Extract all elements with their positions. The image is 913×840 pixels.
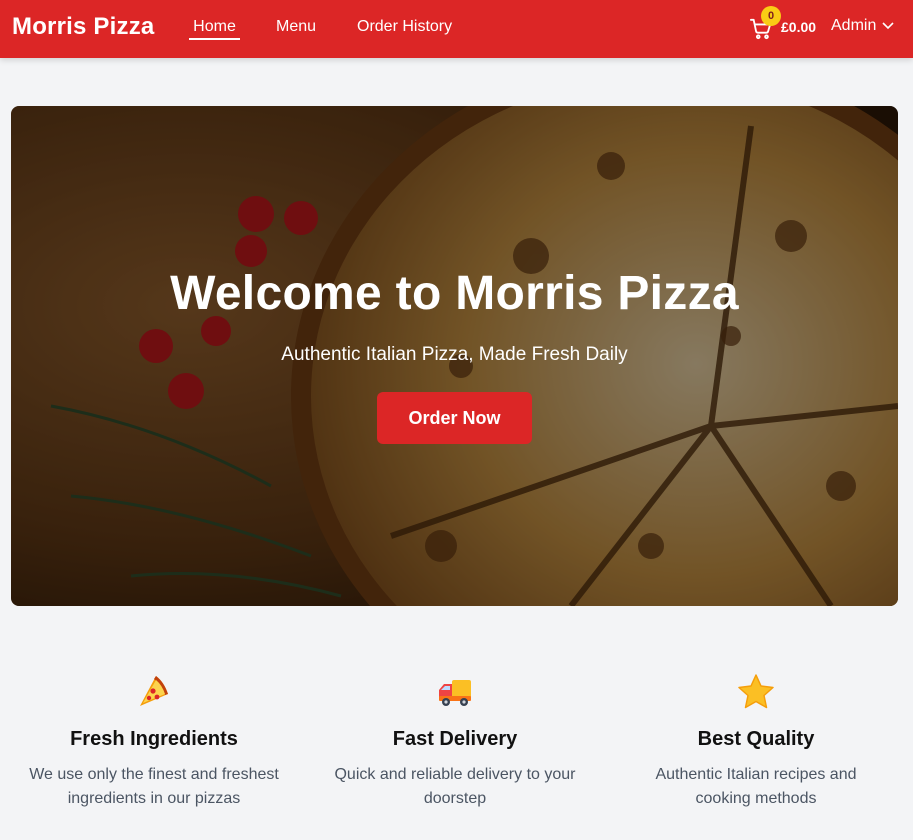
feature-fast-delivery: Fast Delivery Quick and reliable deliver…	[305, 672, 605, 811]
order-now-button[interactable]: Order Now	[377, 392, 532, 444]
navbar: Morris Pizza Home Menu Order History 0 £…	[0, 0, 913, 58]
star-icon	[738, 674, 774, 709]
cart-count-badge: 0	[761, 6, 781, 26]
nav-link-home[interactable]: Home	[189, 0, 240, 40]
feature-best-quality: Best Quality Authentic Italian recipes a…	[606, 672, 906, 811]
brand-logo[interactable]: Morris Pizza	[12, 13, 154, 41]
delivery-truck-icon	[439, 680, 471, 706]
nav-link-home-label: Home	[193, 18, 236, 35]
feature-description: Quick and reliable delivery to your door…	[334, 766, 576, 807]
pizza-slice-icon	[140, 676, 168, 706]
chevron-down-icon	[882, 22, 894, 29]
active-indicator	[189, 38, 240, 40]
cart-total: £0.00	[781, 19, 817, 35]
user-menu-label: Admin	[831, 17, 877, 34]
feature-title: Fast Delivery	[392, 728, 518, 750]
hero-subtitle: Authentic Italian Pizza, Made Fresh Dail…	[281, 344, 628, 365]
feature-description: Authentic Italian recipes and cooking me…	[655, 766, 857, 807]
feature-title: Fresh Ingredients	[70, 728, 238, 750]
nav-link-order-history[interactable]: Order History	[357, 18, 452, 36]
cart-button[interactable]: 0 £0.00	[748, 6, 818, 44]
feature-description: We use only the finest and freshest ingr…	[29, 766, 279, 807]
nav-link-menu[interactable]: Menu	[276, 18, 316, 36]
feature-fresh-ingredients: Fresh Ingredients We use only the finest…	[4, 672, 304, 811]
user-menu[interactable]: Admin	[831, 17, 894, 35]
feature-title: Best Quality	[697, 728, 815, 750]
hero-title: Welcome to Morris Pizza	[170, 267, 739, 320]
hero-banner: Welcome to Morris Pizza Authentic Italia…	[11, 106, 898, 606]
